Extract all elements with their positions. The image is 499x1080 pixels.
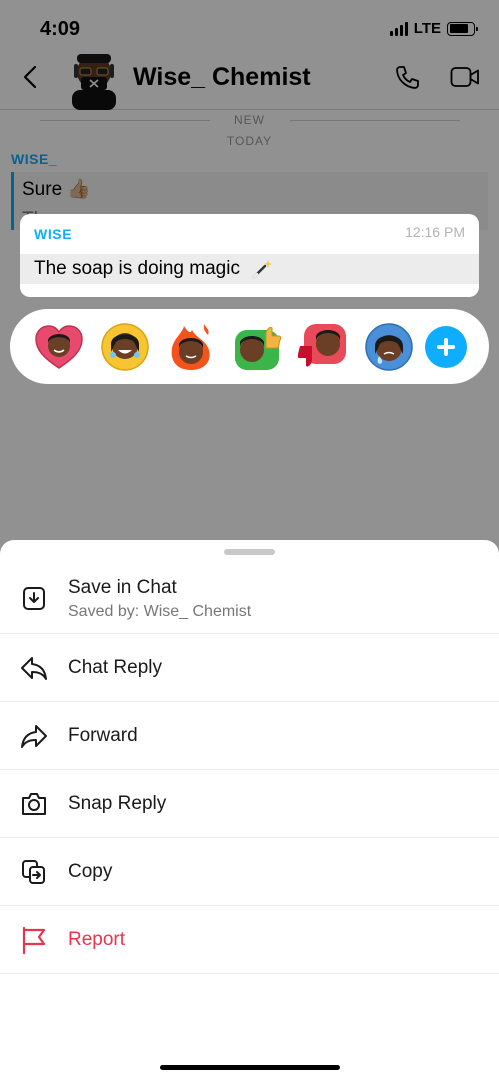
- plus-icon[interactable]: [425, 326, 467, 368]
- magic-wand-icon: [253, 259, 273, 279]
- message-body: The soap is doing magic: [20, 254, 479, 284]
- sheet-grabber[interactable]: [224, 549, 275, 555]
- option-label: Save in Chat: [68, 577, 177, 598]
- option-label: Forward: [68, 725, 138, 746]
- flag-icon: [22, 926, 46, 955]
- camera-icon: [22, 793, 46, 815]
- snap-reply-option[interactable]: Snap Reply: [0, 770, 499, 838]
- action-sheet: Save in Chat Saved by: Wise_ Chemist Cha…: [0, 540, 499, 1080]
- option-label: Report: [68, 929, 126, 950]
- save-in-chat-option[interactable]: Save in Chat Saved by: Wise_ Chemist: [0, 564, 499, 634]
- fire-bitmoji-icon[interactable]: [166, 322, 216, 372]
- option-label: Snap Reply: [68, 793, 167, 814]
- thumbs-up-bitmoji-icon[interactable]: [232, 322, 282, 372]
- chat-reply-option[interactable]: Chat Reply: [0, 634, 499, 702]
- thumbs-down-bitmoji-icon[interactable]: [298, 322, 348, 372]
- forward-icon: [21, 725, 47, 748]
- message-sender: WISE: [34, 226, 73, 242]
- option-sublabel: Saved by: Wise_ Chemist: [68, 603, 252, 620]
- laughing-bitmoji-icon[interactable]: [100, 322, 150, 372]
- reply-icon: [21, 657, 47, 680]
- home-indicator[interactable]: [160, 1065, 340, 1070]
- crying-bitmoji-icon[interactable]: [364, 322, 414, 372]
- copy-option[interactable]: Copy: [0, 838, 499, 906]
- message-time: 12:16 PM: [405, 224, 465, 240]
- save-icon: [23, 587, 45, 610]
- report-option[interactable]: Report: [0, 906, 499, 974]
- forward-option[interactable]: Forward: [0, 702, 499, 770]
- option-label: Chat Reply: [68, 657, 162, 678]
- heart-bitmoji-icon[interactable]: [34, 322, 84, 372]
- message-text: The soap is doing magic: [34, 258, 240, 279]
- copy-icon: [22, 860, 45, 884]
- reaction-bar: [10, 309, 489, 384]
- selected-message: WISE 12:16 PM The soap is doing magic: [20, 214, 479, 297]
- option-label: Copy: [68, 861, 113, 882]
